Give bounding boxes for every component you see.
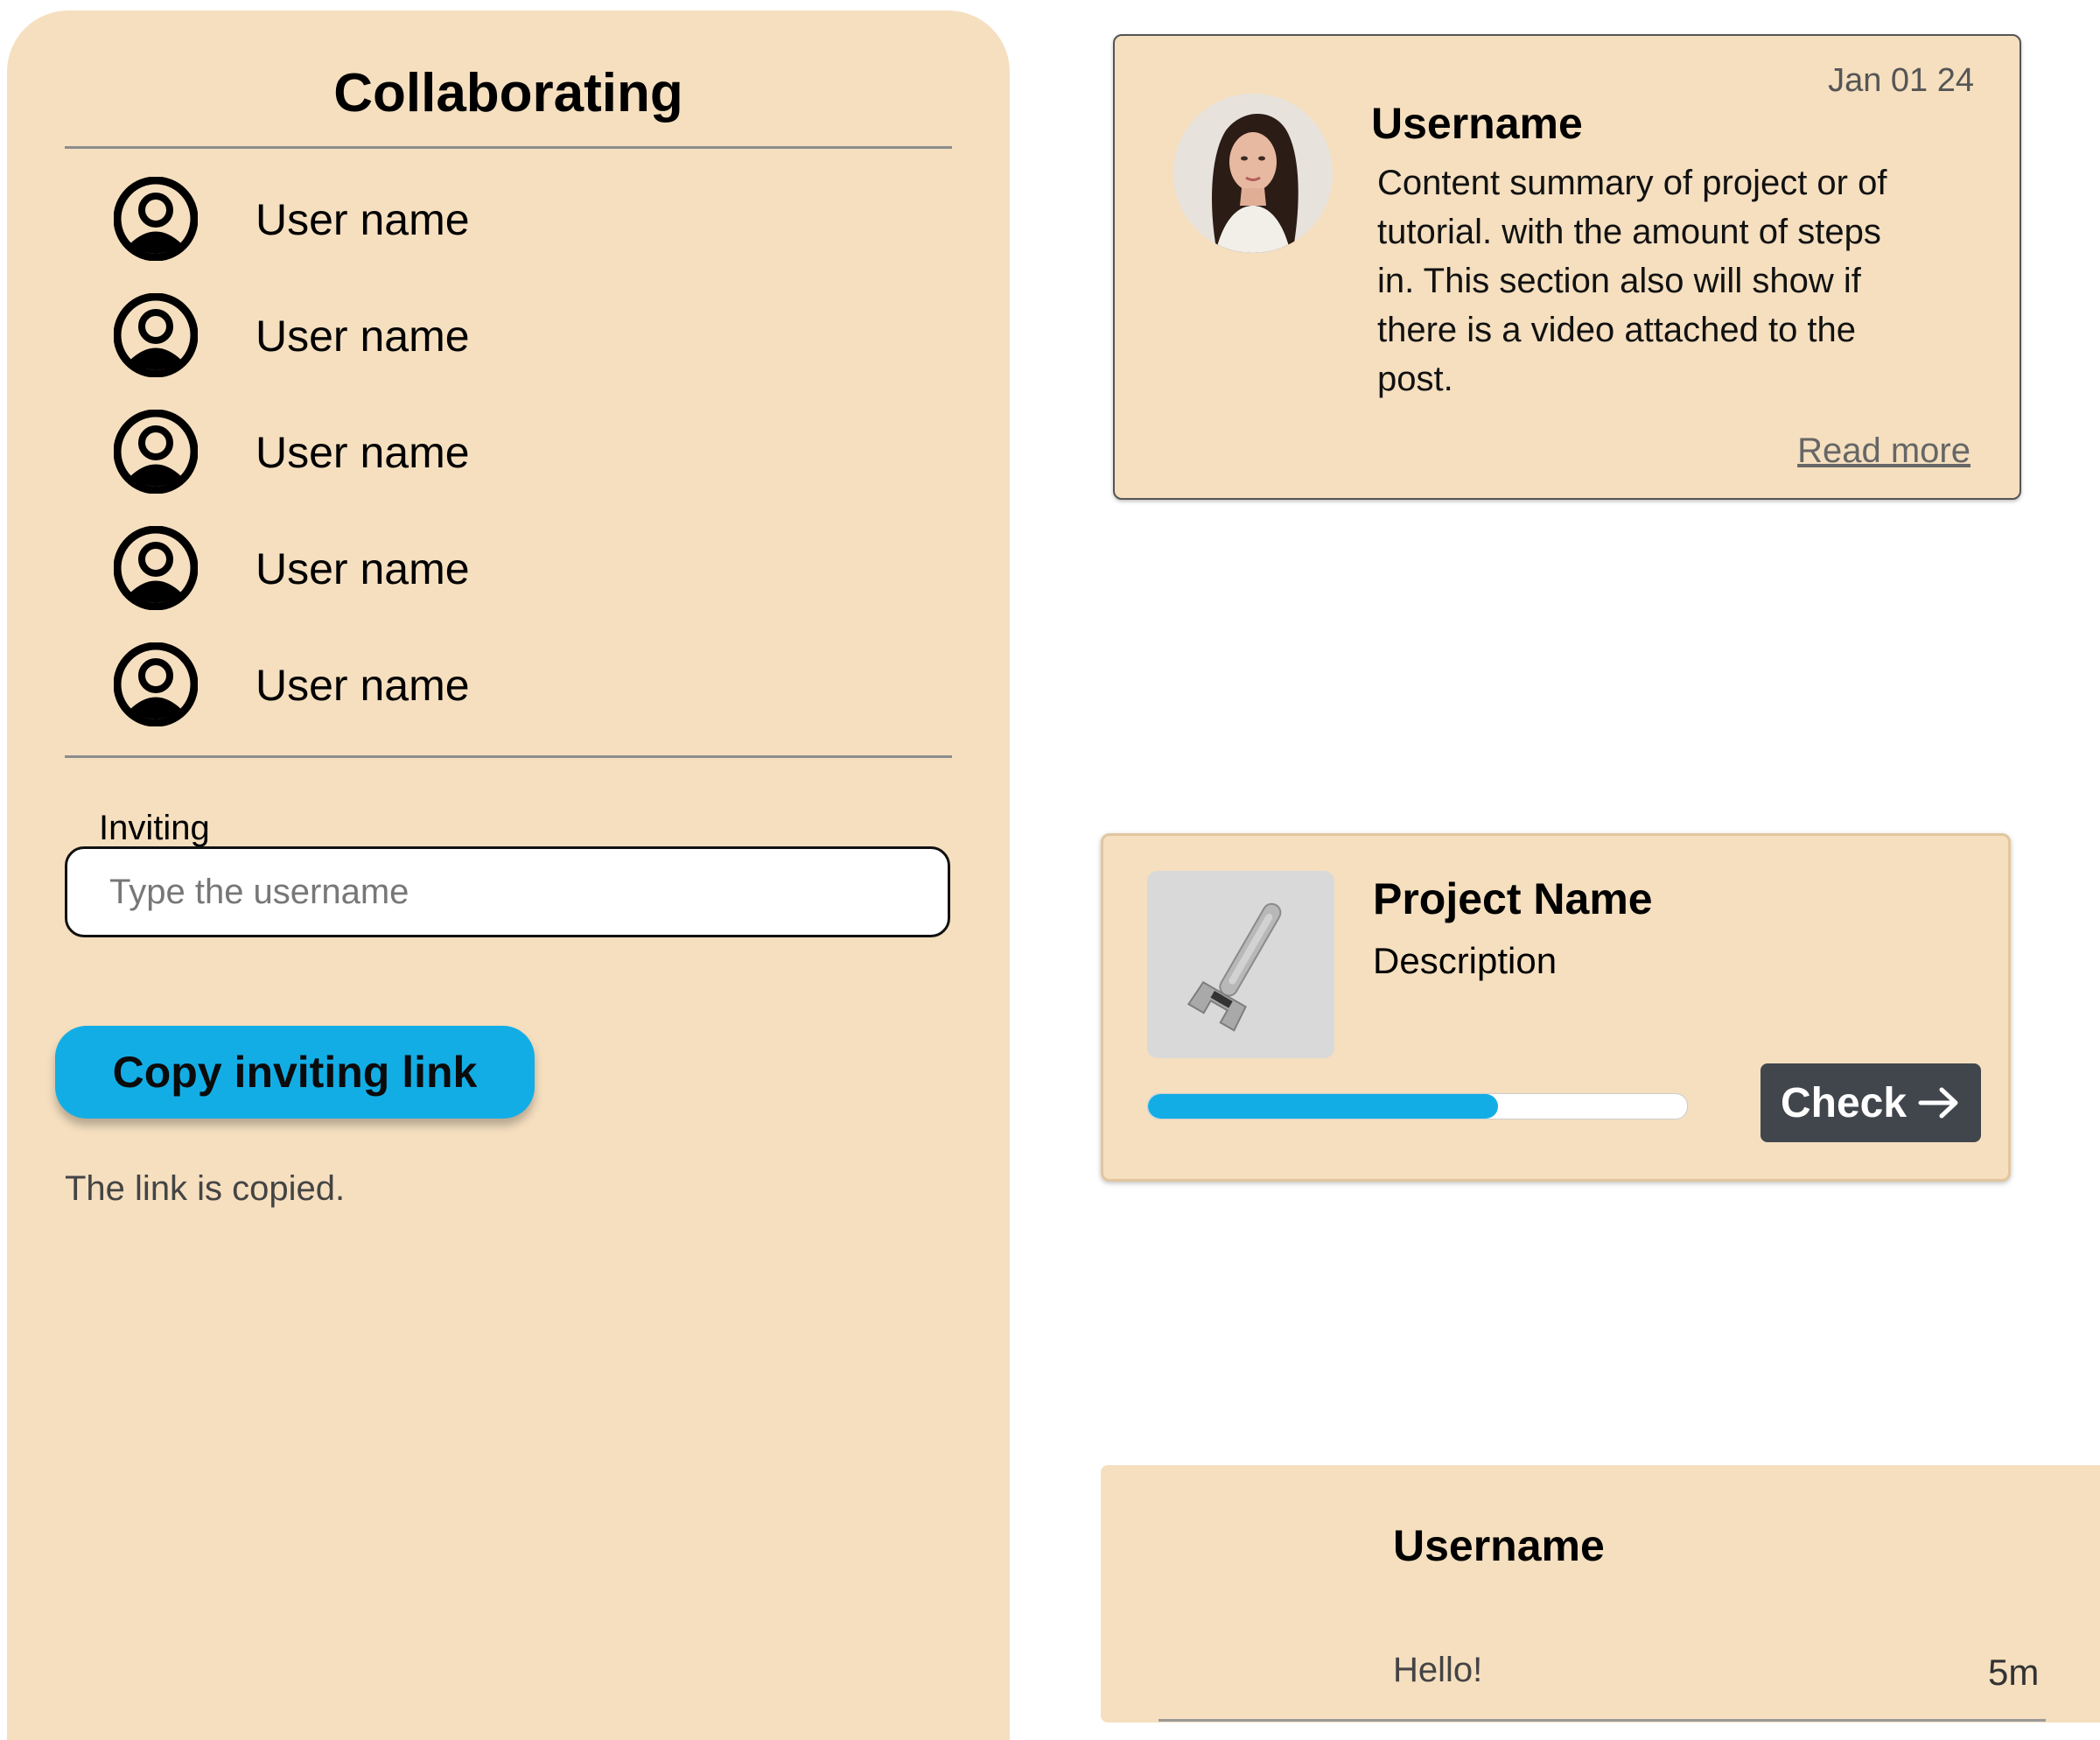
message-card[interactable]: Username Hello! 5m: [1101, 1465, 2100, 1722]
message-time: 5m: [1988, 1652, 2040, 1693]
check-button[interactable]: Check: [1760, 1063, 1981, 1142]
copied-status-text: The link is copied.: [65, 1169, 346, 1208]
user-circle-icon: [114, 293, 198, 377]
project-name: Project Name: [1373, 874, 1653, 923]
user-circle-icon: [114, 642, 198, 726]
collaborator-item[interactable]: User name: [114, 177, 901, 293]
collaborator-item[interactable]: User name: [114, 526, 901, 642]
post-card[interactable]: Jan 01 24 Username Content summary of pr…: [1113, 34, 2021, 500]
wrench-icon: [1147, 871, 1334, 1058]
user-circle-icon: [114, 410, 198, 494]
collaborator-name: User name: [256, 661, 470, 710]
collaborating-title: Collaborating: [333, 63, 683, 123]
arrow-right-icon: [1918, 1087, 1958, 1119]
message-preview: Hello!: [1393, 1651, 1483, 1689]
collaborating-panel: Collaborating User name User name User n…: [7, 11, 1010, 1740]
collaborator-name: User name: [256, 428, 470, 477]
collaborator-item[interactable]: User name: [114, 410, 901, 526]
user-circle-icon: [114, 526, 198, 610]
collaborator-item[interactable]: User name: [114, 293, 901, 410]
project-description: Description: [1373, 940, 1558, 981]
collaborator-name: User name: [256, 312, 470, 361]
author-avatar: [1173, 94, 1333, 253]
post-summary: Content summary of project or of tutoria…: [1377, 164, 1887, 398]
project-thumbnail: [1147, 871, 1334, 1058]
invite-username-input[interactable]: [65, 846, 950, 937]
post-username[interactable]: Username: [1371, 97, 1583, 150]
copy-invite-link-button[interactable]: Copy inviting link: [55, 1026, 535, 1119]
collaborator-list: User name User name User name User name …: [114, 177, 901, 759]
divider: [65, 146, 952, 149]
divider: [65, 755, 952, 758]
collaborator-item[interactable]: User name: [114, 642, 901, 759]
progress-fill: [1148, 1094, 1499, 1119]
divider: [1158, 1719, 2046, 1722]
message-username: Username: [1393, 1521, 1605, 1570]
collaborator-name: User name: [256, 195, 470, 244]
user-circle-icon: [114, 177, 198, 261]
invite-label: Inviting: [99, 809, 210, 847]
collaborator-name: User name: [256, 544, 470, 593]
project-card[interactable]: Project Name Description Check: [1101, 833, 2011, 1182]
read-more-link[interactable]: Read more: [1797, 431, 1970, 471]
person-photo-icon: [1173, 94, 1333, 253]
check-label: Check: [1780, 1079, 1908, 1126]
project-progress-bar: [1147, 1093, 1688, 1119]
post-date: Jan 01 24: [1828, 62, 1974, 99]
